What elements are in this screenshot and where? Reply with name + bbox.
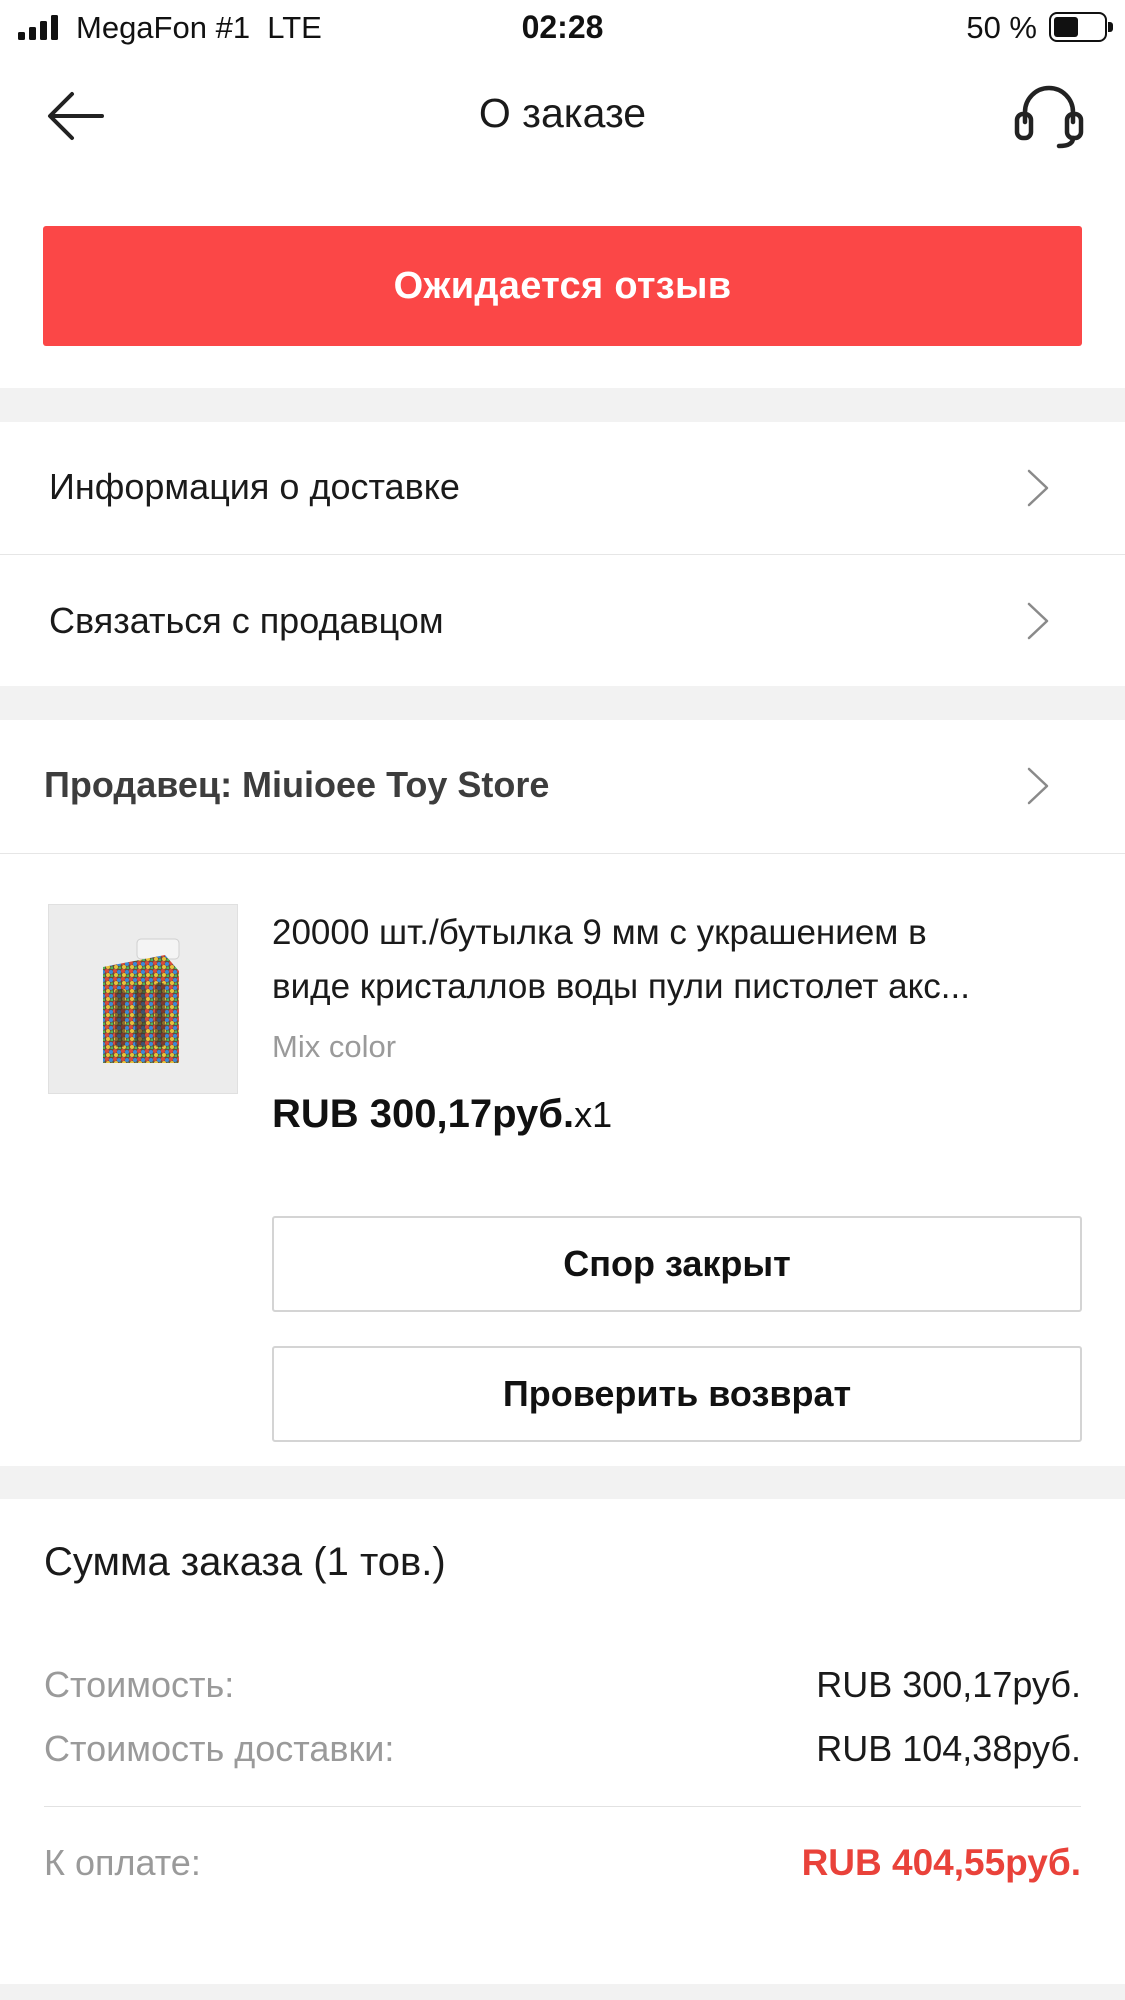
headset-icon xyxy=(1014,85,1084,149)
section-divider xyxy=(0,686,1125,720)
product-price: RUB 300,17руб.x1 xyxy=(272,1092,612,1137)
seller-name: Продавец: Miuioee Toy Store xyxy=(44,764,550,805)
page-title: О заказе xyxy=(478,90,647,136)
cost-value: RUB 300,17руб. xyxy=(816,1664,1081,1705)
shipping-cost-label: Стоимость доставки: xyxy=(44,1728,395,1769)
section-divider xyxy=(0,1984,1125,2000)
section-divider xyxy=(0,388,1125,422)
battery-icon xyxy=(1049,12,1113,42)
delivery-info-label: Информация о доставке xyxy=(49,466,460,507)
product-bottle-image xyxy=(49,905,237,1093)
product-title[interactable]: 20000 шт./бутылка 9 мм с украшением в ви… xyxy=(272,906,1082,1014)
status-time: 02:28 xyxy=(521,9,604,45)
summary-divider xyxy=(44,1806,1081,1807)
product-variant: Mix color xyxy=(272,1029,397,1064)
navigation-bar: О заказе xyxy=(0,56,1125,176)
cost-label: Стоимость: xyxy=(44,1664,235,1705)
shipping-cost-row: Стоимость доставки: RUB 104,38руб. xyxy=(44,1728,1081,1774)
chevron-right-icon xyxy=(1027,767,1049,805)
product-quantity: x1 xyxy=(574,1094,613,1135)
order-summary-title: Сумма заказа (1 тов.) xyxy=(44,1540,446,1584)
product-title-line: 20000 шт./бутылка 9 мм с украшением в xyxy=(272,913,927,952)
check-return-button[interactable]: Проверить возврат xyxy=(272,1346,1082,1442)
cost-row: Стоимость: RUB 300,17руб. xyxy=(44,1664,1081,1710)
product-image[interactable] xyxy=(48,904,238,1094)
order-status-banner[interactable]: Ожидается отзыв xyxy=(43,226,1082,346)
chevron-right-icon xyxy=(1027,469,1049,507)
customer-support-button[interactable] xyxy=(1013,82,1085,150)
dispute-closed-button[interactable]: Спор закрыт xyxy=(272,1216,1082,1312)
delivery-info-row[interactable]: Информация о доставке xyxy=(0,422,1125,554)
row-divider xyxy=(0,853,1125,854)
total-row: К оплате: RUB 404,55руб. xyxy=(44,1842,1081,1890)
contact-seller-label: Связаться с продавцом xyxy=(49,600,444,641)
status-bar: MegaFon #1 LTE 02:28 50 % xyxy=(0,0,1125,56)
product-price-value: RUB 300,17руб. xyxy=(272,1092,575,1136)
seller-row[interactable]: Продавец: Miuioee Toy Store xyxy=(0,720,1125,853)
chevron-right-icon xyxy=(1027,602,1049,640)
shipping-cost-value: RUB 104,38руб. xyxy=(816,1728,1081,1769)
section-divider xyxy=(0,1466,1125,1499)
total-label: К оплате: xyxy=(44,1842,201,1883)
battery-percent: 50 % xyxy=(966,10,1037,45)
total-value: RUB 404,55руб. xyxy=(801,1842,1081,1883)
contact-seller-row[interactable]: Связаться с продавцом xyxy=(0,555,1125,686)
product-title-line: виде кристаллов воды пули пистолет акс..… xyxy=(272,967,970,1006)
